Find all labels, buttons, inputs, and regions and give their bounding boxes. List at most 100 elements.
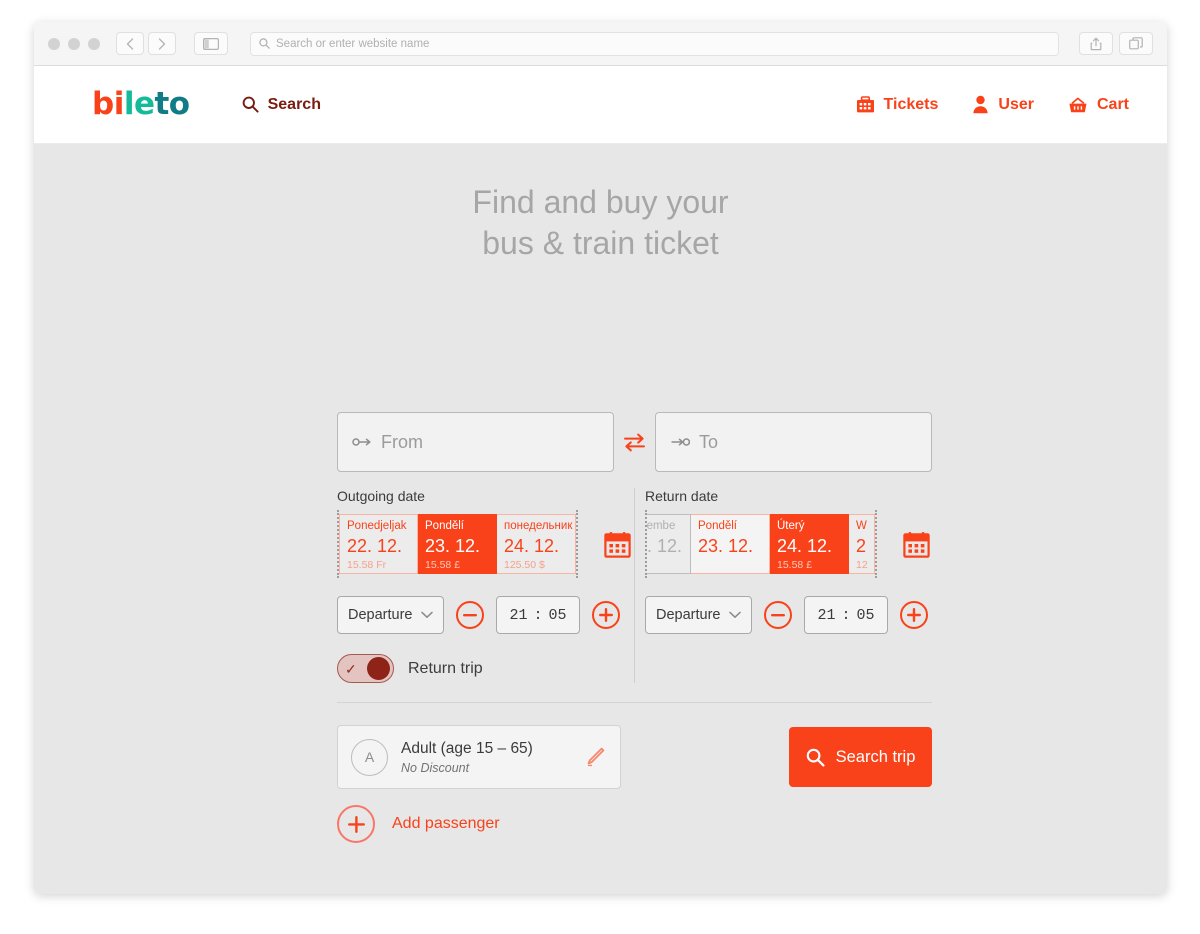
hero-line-1: Find and buy your xyxy=(472,184,729,220)
outgoing-time-increase-button[interactable] xyxy=(592,601,620,629)
chevron-down-icon xyxy=(729,611,741,618)
nav-item-tickets[interactable]: Tickets xyxy=(856,95,939,114)
origin-icon xyxy=(352,438,371,446)
return-time-increase-button[interactable] xyxy=(900,601,928,629)
toolbar-right-buttons xyxy=(1079,32,1153,55)
passenger-discount: No Discount xyxy=(401,760,470,775)
date-cell-date: 23. 12. xyxy=(698,535,754,556)
swap-icon xyxy=(624,433,645,451)
from-input[interactable]: From xyxy=(337,412,614,472)
logo-part-1: bi xyxy=(92,86,124,122)
outgoing-time-input[interactable]: 21 : 05 xyxy=(496,596,580,634)
outgoing-hour: 21 xyxy=(509,606,528,624)
logo-part-3: to xyxy=(154,86,190,122)
add-passenger-icon xyxy=(337,805,375,843)
tickets-icon xyxy=(856,96,874,113)
date-cell[interactable]: понедельник 24. 12. 125.50 $ xyxy=(497,514,576,574)
return-time-decrease-button[interactable] xyxy=(764,601,792,629)
date-cell-price: 125.50 $ xyxy=(504,559,545,572)
return-trip-toggle[interactable]: ✓ xyxy=(337,654,394,683)
navigation-buttons xyxy=(116,32,176,55)
date-cell-dayname: Pondělí xyxy=(698,520,738,532)
nav-item-label: Tickets xyxy=(883,95,939,113)
return-date-column: Return date rşembe 2. 12. Pondělí 23. 12… xyxy=(635,488,932,683)
site-header: bileto Search Tickets User Cart xyxy=(34,66,1167,144)
add-passenger-button[interactable]: Add passenger xyxy=(337,805,627,843)
return-time-input[interactable]: 21 : 05 xyxy=(804,596,888,634)
nav-item-cart[interactable]: Cart xyxy=(1068,96,1129,114)
date-cell-date: 23. 12. xyxy=(425,535,481,556)
toggle-check-icon: ✓ xyxy=(345,660,357,677)
search-icon xyxy=(242,96,259,113)
return-date-strip[interactable]: rşembe 2. 12. Pondělí 23. 12. Úterý xyxy=(645,510,877,578)
date-cell[interactable]: rşembe 2. 12. xyxy=(646,514,691,574)
browser-window: Search or enter website name bileto Sear… xyxy=(34,22,1167,894)
site-logo[interactable]: bileto xyxy=(92,89,190,120)
return-date-strip-wrap: rşembe 2. 12. Pondělí 23. 12. Úterý xyxy=(645,510,932,578)
pencil-icon xyxy=(587,747,605,767)
date-cell-date: 24. 12. xyxy=(777,535,833,556)
to-placeholder: To xyxy=(699,431,719,452)
date-cell[interactable]: Pondělí 23. 12. xyxy=(691,514,770,574)
outgoing-date-strip[interactable]: Ponedjeljak 22. 12. 15.58 Fr Pondělí 23.… xyxy=(337,510,578,578)
page-body: Find and buy your bus & train ticket Fro… xyxy=(34,144,1167,894)
swap-button[interactable] xyxy=(614,432,655,453)
hero-line-2: bus & train ticket xyxy=(482,224,719,261)
date-cell-dayname: Pondělí xyxy=(425,520,465,532)
return-time-row: Departure 21 : 05 xyxy=(645,596,932,634)
logo-part-2: le xyxy=(123,86,155,122)
outgoing-calendar-button[interactable] xyxy=(604,531,631,558)
avatar: A xyxy=(351,738,388,776)
return-direction-value: Departure xyxy=(656,607,721,623)
show-tabs-button[interactable] xyxy=(1119,32,1153,55)
nav-search-button[interactable]: Search xyxy=(242,96,321,114)
date-cell-date: 2. 12. xyxy=(647,535,683,556)
back-button[interactable] xyxy=(116,32,144,55)
origin-destination-row: From To xyxy=(337,412,932,472)
passenger-list: A Adult (age 15 – 65) No Discount Add pa… xyxy=(337,725,627,843)
close-window-button[interactable] xyxy=(48,37,60,50)
address-bar[interactable]: Search or enter website name xyxy=(250,31,1059,56)
nav-item-user[interactable]: User xyxy=(972,95,1034,114)
return-hour: 21 xyxy=(817,606,836,624)
search-icon xyxy=(259,38,270,49)
cart-icon xyxy=(1069,97,1087,112)
share-button[interactable] xyxy=(1079,32,1113,55)
edit-passenger-button[interactable] xyxy=(584,746,606,768)
outgoing-direction-select[interactable]: Departure xyxy=(337,596,444,634)
return-calendar-button[interactable] xyxy=(903,531,930,558)
passenger-details: Adult (age 15 – 65) No Discount xyxy=(401,739,584,774)
search-trip-button[interactable]: Search trip xyxy=(789,727,932,787)
forward-button[interactable] xyxy=(148,32,176,55)
sidebar-toggle-button[interactable] xyxy=(194,32,228,55)
outgoing-time-row: Departure 21 : 05 xyxy=(337,596,634,634)
date-cell-dayname: Úterý xyxy=(777,520,805,532)
return-date-label: Return date xyxy=(645,488,719,504)
passenger-row[interactable]: A Adult (age 15 – 65) No Discount xyxy=(337,725,621,789)
date-cell[interactable]: W 2 12 xyxy=(849,514,875,574)
minimize-window-button[interactable] xyxy=(68,37,80,50)
date-cell-dayname: понедельник xyxy=(504,520,573,532)
add-passenger-label: Add passenger xyxy=(392,815,500,832)
date-cell[interactable]: Ponedjeljak 22. 12. 15.58 Fr xyxy=(339,514,418,574)
section-divider xyxy=(337,702,932,703)
return-trip-row: ✓ Return trip xyxy=(337,654,634,683)
date-cell-dayname: rşembe xyxy=(646,520,676,532)
time-separator: : xyxy=(841,606,851,624)
outgoing-date-label: Outgoing date xyxy=(337,488,425,504)
search-trip-label: Search trip xyxy=(835,747,916,766)
passenger-section: A Adult (age 15 – 65) No Discount Add pa… xyxy=(337,725,932,843)
nav-search-label: Search xyxy=(267,95,321,113)
date-cell-dayname: W xyxy=(856,520,867,532)
date-cell-price: 15.58 Fr xyxy=(347,559,387,572)
date-cell-selected[interactable]: Pondělí 23. 12. 15.58 £ xyxy=(418,514,497,574)
date-cell-selected[interactable]: Úterý 24. 12. 15.58 £ xyxy=(770,514,849,574)
return-direction-select[interactable]: Departure xyxy=(645,596,752,634)
date-cell-date: 22. 12. xyxy=(347,535,403,556)
toggle-knob xyxy=(367,657,390,680)
to-input[interactable]: To xyxy=(655,412,932,472)
user-icon xyxy=(973,95,989,114)
maximize-window-button[interactable] xyxy=(88,37,100,50)
browser-toolbar: Search or enter website name xyxy=(34,22,1167,66)
outgoing-time-decrease-button[interactable] xyxy=(456,601,484,629)
